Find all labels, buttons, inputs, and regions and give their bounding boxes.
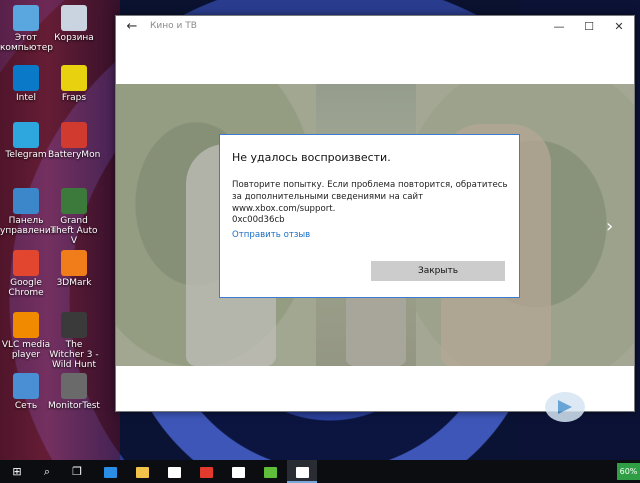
desktop-icon-label: VLC media player xyxy=(1,340,51,360)
desktop-icon-label: 3DMark xyxy=(56,278,92,288)
task-view-icon: ❐ xyxy=(72,465,82,478)
back-button[interactable]: ← xyxy=(121,17,143,37)
search-icon: ⌕ xyxy=(43,465,51,478)
desktop-icon-label: Fraps xyxy=(61,93,87,103)
next-arrow-icon[interactable]: › xyxy=(606,216,613,237)
dialog-message: Повторите попытку. Если проблема повтори… xyxy=(232,180,508,214)
battery-indicator[interactable]: 60% xyxy=(617,463,640,480)
desktop-icon-batterymon[interactable]: BatteryMon xyxy=(48,122,100,160)
start-button[interactable]: ⊞ xyxy=(2,460,32,483)
error-code: 0xc00d36cb xyxy=(232,215,285,225)
movies-tv-icon xyxy=(295,466,309,478)
3dmark-icon xyxy=(61,250,87,276)
desktop-icon-label: Корзина xyxy=(54,33,94,43)
taskbar-file-explorer-button[interactable] xyxy=(127,460,157,483)
desktop-icon-network[interactable]: Сеть xyxy=(0,373,52,411)
desktop-icon-label: Intel xyxy=(16,93,36,103)
intel-icon xyxy=(13,65,39,91)
movies-tv-window: ← Кино и ТВ — ☐ ✕ › Не удалось воспроизв… xyxy=(115,15,635,412)
recycle-bin-icon xyxy=(61,5,87,31)
telegram-icon xyxy=(13,122,39,148)
desktop-icon-telegram[interactable]: Telegram xyxy=(0,122,52,160)
window-title: Кино и ТВ xyxy=(150,21,197,31)
batterymon-icon xyxy=(61,122,87,148)
desktop-icon-intel[interactable]: Intel xyxy=(0,65,52,103)
dialog-title: Не удалось воспроизвести. xyxy=(232,151,391,164)
windows-logo-icon: ⊞ xyxy=(12,465,22,478)
witcher-icon xyxy=(61,312,87,338)
taskbar-edge-button[interactable] xyxy=(95,460,125,483)
taskbar-store-button[interactable] xyxy=(159,460,189,483)
search-button[interactable]: ⌕ xyxy=(32,460,62,483)
control-panel-icon xyxy=(13,188,39,214)
desktop-icon-3dmark[interactable]: 3DMark xyxy=(48,250,100,288)
utorrent-icon xyxy=(263,466,277,478)
desktop-icon-label: BatteryMon xyxy=(48,150,101,160)
desktop-icon-label: Сеть xyxy=(14,401,38,411)
watermark-logo-icon xyxy=(545,392,585,422)
desktop-icon-label: Google Chrome xyxy=(8,278,44,298)
desktop-icon-chrome[interactable]: Google Chrome xyxy=(0,250,52,298)
taskbar: ⊞ ⌕ ❐ xyxy=(0,460,640,483)
title-bar[interactable]: ← Кино и ТВ — ☐ ✕ xyxy=(116,16,634,38)
desktop-icon-label: Telegram xyxy=(5,150,47,160)
error-dialog: Не удалось воспроизвести. Повторите попы… xyxy=(219,134,520,298)
file-explorer-icon xyxy=(135,466,149,478)
desktop-icon-witcher[interactable]: The Witcher 3 - Wild Hunt xyxy=(48,312,100,370)
taskbar-utorrent-button[interactable] xyxy=(255,460,285,483)
close-window-button[interactable]: ✕ xyxy=(604,16,634,38)
desktop-icon-label: Этот компьютер xyxy=(0,33,53,53)
computer-icon xyxy=(13,5,39,31)
desktop-icon-label: Панель управления xyxy=(0,216,57,236)
desktop-icon-vlc[interactable]: VLC media player xyxy=(0,312,52,360)
store-icon xyxy=(167,466,181,478)
close-dialog-button[interactable]: Закрыть xyxy=(371,261,505,281)
task-view-button[interactable]: ❐ xyxy=(62,460,92,483)
pen-app-icon xyxy=(199,466,213,478)
edge-icon xyxy=(103,466,117,478)
desktop-icon-fraps[interactable]: Fraps xyxy=(48,65,100,103)
minimize-button[interactable]: — xyxy=(544,16,574,38)
desktop-icon-computer[interactable]: Этот компьютер xyxy=(0,5,53,53)
taskbar-mail-button[interactable] xyxy=(223,460,253,483)
desktop-icon-label: The Witcher 3 - Wild Hunt xyxy=(49,340,99,370)
desktop-icon-label: MonitorTest xyxy=(48,401,100,411)
maximize-button[interactable]: ☐ xyxy=(574,16,604,38)
send-feedback-link[interactable]: Отправить отзыв xyxy=(232,230,310,240)
fraps-icon xyxy=(61,65,87,91)
desktop-icon-recycle-bin[interactable]: Корзина xyxy=(48,5,100,43)
monitortest-icon xyxy=(61,373,87,399)
vlc-icon xyxy=(13,312,39,338)
desktop-icon-gta[interactable]: Grand Theft Auto V xyxy=(48,188,100,246)
gta-icon xyxy=(61,188,87,214)
desktop-icon-monitortest[interactable]: MonitorTest xyxy=(48,373,100,411)
taskbar-pen-app-button[interactable] xyxy=(191,460,221,483)
desktop-icon-control-panel[interactable]: Панель управления xyxy=(0,188,57,236)
mail-icon xyxy=(231,466,245,478)
chrome-icon xyxy=(13,250,39,276)
desktop-icon-label: Grand Theft Auto V xyxy=(50,216,98,246)
network-icon xyxy=(13,373,39,399)
taskbar-movies-tv-button[interactable] xyxy=(287,460,317,483)
